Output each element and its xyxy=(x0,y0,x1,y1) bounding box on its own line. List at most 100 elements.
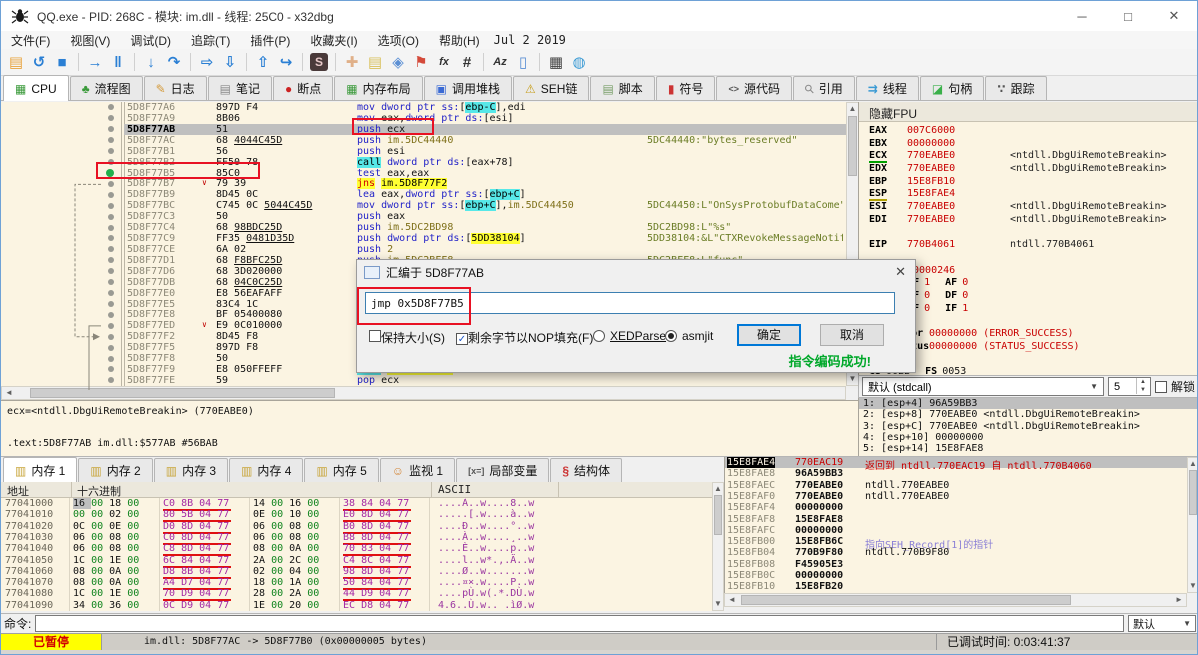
assemble-instruction-input[interactable] xyxy=(365,292,895,314)
internet-icon[interactable]: ◍ xyxy=(568,51,590,73)
memory-row[interactable]: 77041060 08 00 0A 00 D8 8B 04 77 02 00 04 0… xyxy=(1,566,712,579)
step-over-icon[interactable]: ↷ xyxy=(163,51,185,73)
stack-row[interactable]: 15E8FB04 770B9F80 ntdll.770B9F80 xyxy=(725,547,1187,558)
stepper-arrows-icon[interactable]: ▲ ▼ xyxy=(1135,378,1149,394)
tab-log[interactable]: ✎ 日志 xyxy=(143,76,207,100)
hex-group[interactable]: 08 00 0A 00 xyxy=(253,543,321,554)
memory-row[interactable]: 77041050 1C 00 1E 00 6C 84 04 77 2A 00 2C 0… xyxy=(1,555,712,568)
memory-row[interactable]: 77041070 08 00 0A 00 A4 D7 04 77 18 00 1A 0… xyxy=(1,577,712,591)
register-row[interactable]: ECX 770EABE0 <ntdll.DbgUiRemoteBreakin> xyxy=(859,150,1197,164)
open-file-icon[interactable]: ▤ xyxy=(5,51,27,73)
argument-row[interactable]: 3: [esp+C] 770EABE0 <ntdll.DbgUiRemoteBr… xyxy=(859,421,1197,432)
menu-item-trace[interactable]: 追踪(T) xyxy=(181,32,240,49)
skip-icon[interactable]: S xyxy=(310,53,328,71)
disasm-row[interactable]: 5D8F77B2 FF50 78 call dword ptr ds:[eax+78… xyxy=(1,156,846,168)
cancel-button[interactable]: 取消 xyxy=(820,324,884,346)
hex-group[interactable]: 0C 00 0E 00 xyxy=(73,521,141,532)
hide-fpu-header[interactable]: 隐藏FPU xyxy=(859,102,1197,122)
tab-memory-map[interactable]: ▦ 内存布局 xyxy=(334,76,423,100)
disasm-row[interactable]: 5D8F77CE 6A 02 push 2 xyxy=(1,244,846,255)
disasm-row[interactable]: 5D8F77A9 8B06 mov eax,dword ptr ds:[esi] xyxy=(1,113,846,124)
instruction-dot[interactable] xyxy=(108,377,114,384)
disasm-row[interactable]: 5D8F77C4 68 98BDC25D push im.5DC2BD98 5DC2B… xyxy=(1,222,846,233)
hex-group[interactable]: 08 00 0A 00 xyxy=(73,577,141,588)
instruction-dot[interactable] xyxy=(108,137,114,144)
hex-group[interactable]: 1E 00 20 00 xyxy=(253,600,321,611)
hex-group[interactable]: 0C D9 04 77 xyxy=(163,600,231,611)
hex-group[interactable]: 06 00 08 00 xyxy=(73,543,141,554)
col-hex[interactable]: 十六进制 xyxy=(77,483,121,499)
disasm-hscroll-thumb[interactable] xyxy=(30,388,335,398)
restart-icon[interactable]: ↺ xyxy=(28,51,50,73)
xedparse-radio[interactable]: XEDParse xyxy=(593,329,666,343)
calling-convention-select[interactable]: 默认 (stdcall) ▼ xyxy=(862,377,1104,396)
keep-size-checkbox[interactable]: 保持大小(S) xyxy=(369,329,445,346)
scroll-up-icon[interactable]: ▲ xyxy=(847,103,858,115)
maximize-button[interactable]: □ xyxy=(1105,1,1151,31)
instruction-dot[interactable] xyxy=(108,191,114,198)
unlock-checkbox[interactable]: 解锁 xyxy=(1154,378,1195,395)
tab-dump-5[interactable]: ▥ 内存 5 xyxy=(304,458,379,482)
instruction-dot[interactable] xyxy=(108,366,114,373)
pause-icon[interactable]: ‖ xyxy=(107,51,129,73)
instruction-dot[interactable] xyxy=(108,322,114,329)
argument-count-stepper[interactable]: 5 ▲ ▼ xyxy=(1107,377,1151,396)
stack-row[interactable]: 15E8FAEC 770EABE0 ntdll.770EABE0 xyxy=(725,480,1187,491)
memory-vscrollbar[interactable]: ▲ ▼ xyxy=(712,482,724,611)
tab-dump-2[interactable]: ▥ 内存 2 xyxy=(78,458,153,482)
tab-watch-1[interactable]: ☺ 监视 1 xyxy=(379,458,456,482)
tab-references[interactable]: ⚲ 引用 xyxy=(792,76,855,100)
tab-struct[interactable]: § 结构体 xyxy=(550,458,623,482)
tab-source[interactable]: <> 源代码 xyxy=(716,76,792,100)
stack-row[interactable]: 15E8FAFC 00000000 xyxy=(725,525,1187,536)
disasm-row[interactable]: 5D8F77B1 56 push esi xyxy=(1,146,846,157)
scroll-down-icon[interactable]: ▼ xyxy=(1188,580,1197,592)
dialog-title-bar[interactable]: 汇编于 5D8F77AB ✕ xyxy=(357,260,915,284)
disasm-row[interactable]: 5D8F77AC 68 4044C45D push im.5DC44440 5DC44… xyxy=(1,135,846,146)
disasm-row[interactable]: 5D8F77BC C745 0C 5044C45D mov dword ptr ss… xyxy=(1,200,846,212)
register-row[interactable]: EAX 007C6000 xyxy=(859,125,1197,138)
memory-vscroll-thumb[interactable] xyxy=(714,495,722,535)
menu-item-debug[interactable]: 调试(D) xyxy=(120,32,181,49)
hex-group[interactable]: 28 00 2A 00 xyxy=(253,588,321,599)
register-row[interactable]: EBP 15E8FB10 xyxy=(859,176,1197,189)
hex-group[interactable]: 00 00 02 00 xyxy=(73,509,141,520)
instruction-dot[interactable] xyxy=(108,115,114,122)
run-to-user-code-icon[interactable]: ↪ xyxy=(275,51,297,73)
run-to-return-icon[interactable]: ⇧ xyxy=(252,51,274,73)
register-row[interactable]: EBX 00000000 xyxy=(859,138,1197,151)
hex-group[interactable]: 18 00 1A 00 xyxy=(253,577,321,588)
scroll-right-icon[interactable]: ► xyxy=(1172,594,1186,606)
stack-pane[interactable]: 15E8FAE4 770EAC19 返回到 ntdll.770EAC19 自 ntd… xyxy=(724,457,1187,593)
command-mode-select[interactable]: 默认 ▼ xyxy=(1128,615,1196,632)
instruction-dot[interactable] xyxy=(108,213,114,220)
memory-row[interactable]: 77041030 06 00 08 00 C0 8D 04 77 06 00 08 0… xyxy=(1,532,712,545)
stack-hscroll-thumb[interactable] xyxy=(741,595,1071,605)
asmjit-radio[interactable]: asmjit xyxy=(665,329,713,343)
hex-group[interactable]: 0E 00 10 00 xyxy=(253,509,321,520)
hex-group[interactable]: 34 00 36 00 xyxy=(73,600,141,611)
tab-breakpoints[interactable]: ● 断点 xyxy=(273,76,334,100)
hex-group[interactable]: 06 00 08 00 xyxy=(73,532,141,543)
instruction-dot[interactable] xyxy=(108,344,114,351)
hex-group[interactable]: 08 00 0A 00 xyxy=(73,566,141,577)
col-ascii[interactable]: ASCII xyxy=(438,483,471,496)
tab-handles[interactable]: ◪ 句柄 xyxy=(919,76,985,100)
run-icon[interactable]: → xyxy=(84,51,106,73)
scroll-down-icon[interactable]: ▼ xyxy=(847,373,858,385)
tab-notes[interactable]: ▤ 笔记 xyxy=(207,76,273,100)
disasm-row[interactable]: 5D8F77C3 50 push eax xyxy=(1,211,846,222)
disasm-row[interactable]: 5D8F77B9 8D45 0C lea eax,dword ptr ss:[ebp… xyxy=(1,189,846,201)
dialog-close-icon[interactable]: ✕ xyxy=(895,264,906,280)
hex-group[interactable]: 1C 00 1E 00 xyxy=(73,555,141,566)
trace-over-icon[interactable]: ⇩ xyxy=(219,51,241,73)
case-convert-icon[interactable]: Az xyxy=(489,51,511,73)
disasm-row[interactable]: 5D8F77B5 85C0 test eax,eax xyxy=(1,168,846,179)
hex-group[interactable]: EC D8 04 77 xyxy=(343,600,411,611)
step-into-icon[interactable]: ↓ xyxy=(140,51,162,73)
instruction-dot[interactable] xyxy=(108,224,114,231)
scroll-left-icon[interactable]: ◄ xyxy=(725,594,739,606)
tab-symbols[interactable]: ▮ 符号 xyxy=(655,76,716,100)
stop-icon[interactable]: ■ xyxy=(51,51,73,73)
assembler-icon[interactable]: ▯ xyxy=(512,51,534,73)
